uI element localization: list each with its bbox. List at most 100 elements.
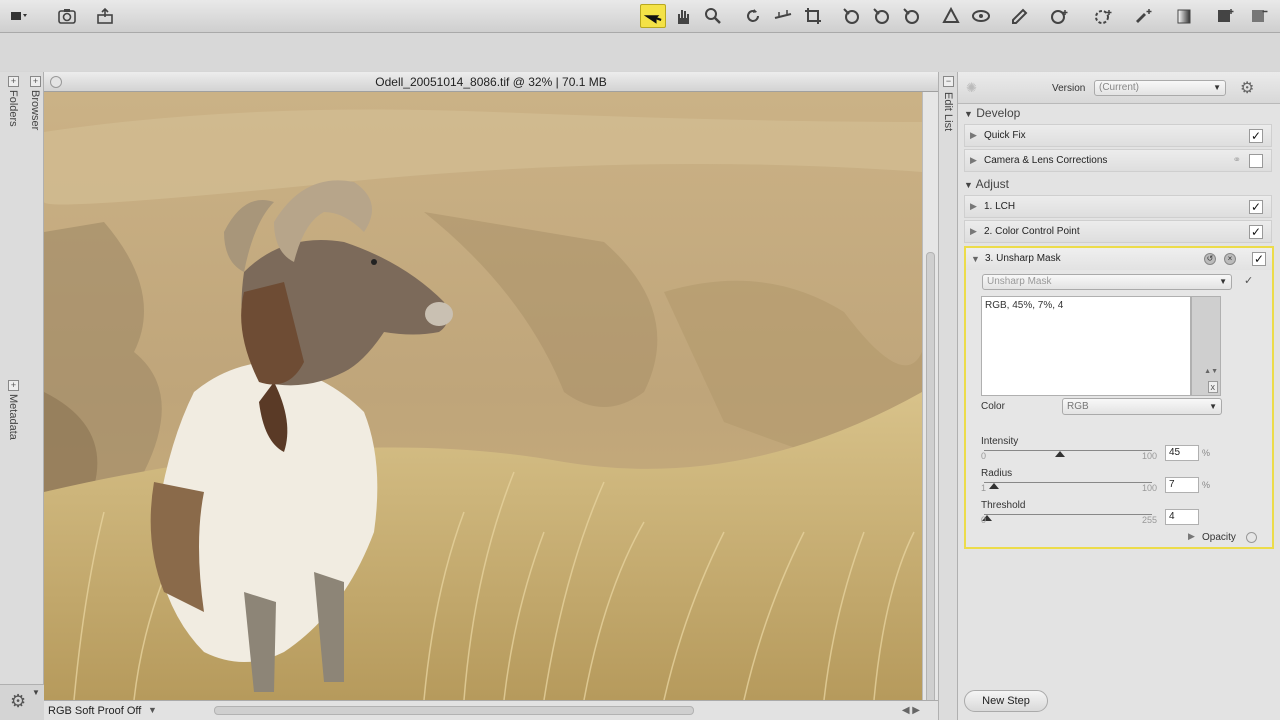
scrollbar-thumb[interactable] [926,252,935,712]
chevron-right-icon[interactable]: ▶ [970,150,977,171]
lch-checkbox[interactable]: ✓ [1249,200,1263,214]
hand-tool-icon[interactable] [670,4,696,28]
ccp-checkbox[interactable]: ✓ [1249,225,1263,239]
chevron-down-icon[interactable]: ▼ [32,688,40,697]
threshold-label: Threshold [981,500,1026,511]
brush-selection-icon[interactable] [1130,4,1156,28]
scroll-arrows-icon[interactable]: ◀ ▶ [902,702,920,720]
expand-folders-icon[interactable]: + [8,76,19,87]
tab-edit-list[interactable]: Edit List [942,92,954,131]
opacity-toggle-icon[interactable] [1246,532,1257,543]
fill-remove-icon[interactable] [1212,4,1238,28]
zoom-tool-icon[interactable] [700,4,726,28]
brush-check-icon[interactable]: ✓ [1244,274,1253,287]
intensity-value: 45 [1169,447,1181,458]
retouch-brush-icon[interactable] [898,4,924,28]
unsharp-header[interactable]: ▼ 3. Unsharp Mask ↺ × ✓ [966,248,1272,270]
window-close-icon[interactable] [50,76,62,88]
radius-slider-track[interactable] [984,482,1152,483]
black-control-point-icon[interactable] [938,4,964,28]
chevron-down-icon[interactable]: ▼ [971,248,980,270]
threshold-max: 255 [1142,515,1158,525]
filter-select[interactable]: Unsharp Mask ▼ [982,274,1232,290]
tab-browser[interactable]: Browser [29,90,41,130]
straighten-tool-icon[interactable] [770,4,796,28]
step-color-control-point[interactable]: ▶ 2. Color Control Point ✓ [964,220,1272,243]
step-label: 1. LCH [984,201,1016,212]
view-mode-icon[interactable] [6,4,32,28]
quick-fix-checkbox[interactable]: ✓ [1249,129,1263,143]
chevron-down-icon: ▼ [964,109,973,119]
scroll-up-icon[interactable]: ▲▼ [1204,368,1218,375]
red-eye-tool-icon[interactable] [838,4,864,28]
step-lch[interactable]: ▶ 1. LCH ✓ [964,195,1272,218]
intensity-slider-track[interactable] [984,450,1152,451]
adjust-label: Adjust [975,177,1009,191]
develop-label: Develop [976,106,1021,120]
print-icon[interactable] [92,4,118,28]
unsharp-checkbox[interactable]: ✓ [1252,252,1266,266]
color-control-point-icon[interactable] [1046,4,1072,28]
chevron-right-icon[interactable]: ▶ [970,221,977,242]
rotate-tool-icon[interactable] [740,4,766,28]
tab-folders[interactable]: Folders [7,90,19,127]
color-label: Color [981,401,1005,412]
chevron-down-icon: ▼ [1219,277,1227,286]
new-step-button[interactable]: New Step [964,690,1048,712]
camera-lens-checkbox[interactable] [1249,154,1263,168]
intensity-slider-thumb[interactable] [1054,451,1065,457]
settings-corner: ⚙ ▼ [0,684,44,720]
collapse-edit-list-icon[interactable]: − [943,76,954,87]
unsharp-mask-step: ▼ 3. Unsharp Mask ↺ × ✓ Unsharp Mask ▼ ✓… [964,246,1274,549]
threshold-slider-track[interactable] [984,514,1152,515]
auto-retouch-icon[interactable] [868,4,894,28]
radius-max: 100 [1142,483,1158,493]
radius-input[interactable]: 7 [1165,477,1199,493]
radius-value: 7 [1169,479,1175,490]
crop-tool-icon[interactable] [800,4,826,28]
adjust-section-header[interactable]: ▼ Adjust [964,177,1009,191]
neutral-control-point-icon[interactable] [968,4,994,28]
threshold-value: 4 [1169,511,1175,522]
chevron-right-icon[interactable]: ▶ [1188,531,1195,542]
develop-section-header[interactable]: ▼ Develop [964,106,1020,120]
intensity-min: 0 [981,451,987,461]
threshold-min: 0 [981,515,987,525]
expand-browser-icon[interactable]: + [30,76,41,87]
opacity-label[interactable]: Opacity [1202,532,1236,543]
lasso-selection-icon[interactable] [1090,4,1116,28]
direct-selection-tool-icon[interactable] [640,4,666,28]
fill-remove-icon-2[interactable] [1246,4,1272,28]
step-quick-fix[interactable]: ▶ Quick Fix ✓ [964,124,1272,147]
settings-textarea[interactable]: RGB, 45%, 7%, 4 [981,296,1191,396]
gear-icon[interactable]: ⚙ [1240,78,1262,98]
version-select[interactable]: (Current) ▼ [1094,80,1226,96]
radius-slider-thumb[interactable] [989,483,1000,489]
vertical-scrollbar[interactable] [922,92,938,712]
chevron-right-icon[interactable]: ▶ [970,125,977,146]
color-select[interactable]: RGB ▼ [1062,398,1222,415]
main-toolbar [0,0,1280,33]
version-value: (Current) [1099,82,1140,93]
link-icon: ⚭ [1232,155,1241,166]
chevron-right-icon[interactable]: ▶ [970,196,977,217]
soft-proof-status[interactable]: RGB Soft Proof Off [48,702,141,720]
image-canvas[interactable] [44,92,922,700]
textarea-scrollbar[interactable]: ▲▼ x [1191,296,1221,396]
gradient-selection-icon[interactable] [1172,4,1198,28]
white-control-point-icon[interactable] [1006,4,1032,28]
gear-icon[interactable]: ⚙ [10,691,26,712]
snapshot-icon[interactable] [54,4,80,28]
close-icon[interactable]: x [1207,381,1218,393]
expand-metadata-icon[interactable]: + [8,380,19,391]
status-bar: RGB Soft Proof Off ▼ ◀ ▶ [44,700,938,720]
horizontal-scrollbar-thumb[interactable] [214,706,694,715]
bighorn-sheep-photo [44,92,922,700]
intensity-input[interactable]: 45 [1165,445,1199,461]
threshold-input[interactable]: 4 [1165,509,1199,525]
tab-metadata[interactable]: Metadata [7,394,19,440]
close-icon[interactable]: × [1224,253,1236,265]
step-camera-lens[interactable]: ▶ Camera & Lens Corrections ⚭ [964,149,1272,172]
chevron-down-icon[interactable]: ▼ [148,701,157,719]
reset-icon[interactable]: ↺ [1204,253,1216,265]
